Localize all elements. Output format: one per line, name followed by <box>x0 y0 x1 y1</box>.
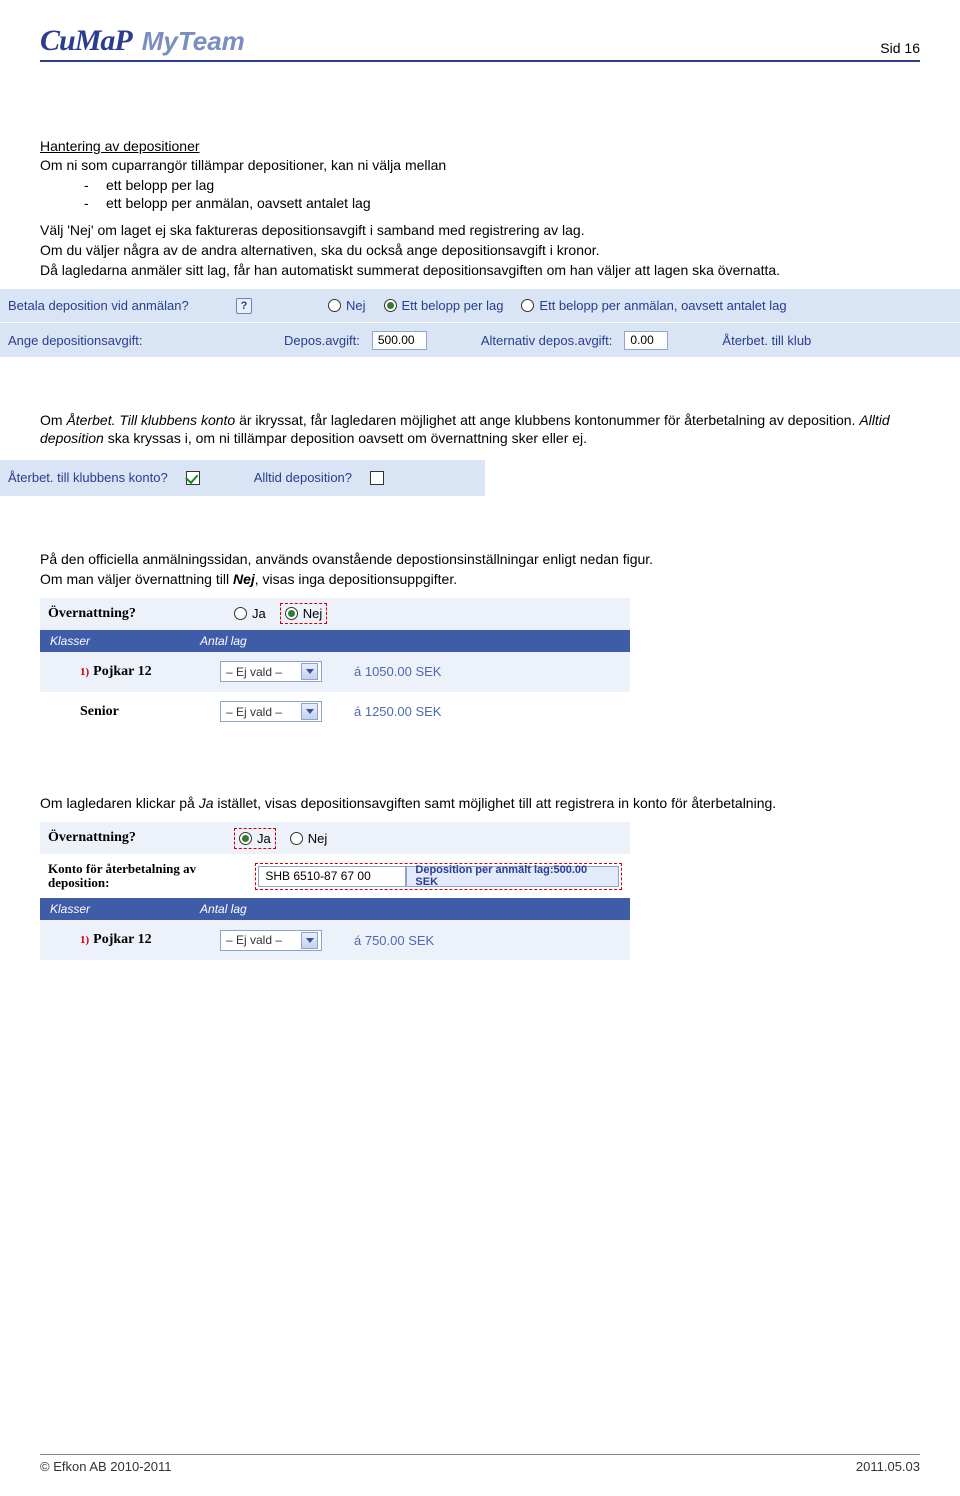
price-label: á 1050.00 SEK <box>354 664 441 679</box>
body-text: Om man väljer övernattning till Nej, vis… <box>40 570 920 588</box>
label-pay-deposit: Betala deposition vid anmälan? <box>8 298 218 313</box>
label-alltid-dep: Alltid deposition? <box>254 470 352 485</box>
chevron-down-icon <box>301 703 318 720</box>
radio-nej[interactable]: Nej <box>290 831 328 846</box>
radio-label: Nej <box>308 831 328 846</box>
input-alt-avgift[interactable]: 0.00 <box>624 331 668 350</box>
class-name: Senior <box>80 704 200 720</box>
input-konto[interactable]: SHB 6510-87 67 00 <box>258 866 406 887</box>
page-header: CuMaP MyTeam Sid 16 <box>40 24 920 62</box>
radio-label: Nej <box>346 298 366 313</box>
screenshot-overnatt-ja: Övernattning? Ja Nej Konto för återbetal… <box>40 822 630 960</box>
col-antal: Antal lag <box>200 902 247 916</box>
select-antal[interactable]: – Ej vald – <box>220 661 322 682</box>
deposition-info: Deposition per anmält lag:500.00 SEK <box>406 866 619 887</box>
list-item: ett belopp per anmälan, oavsett antalet … <box>84 194 920 212</box>
logo-cumap: CuMaP <box>40 24 132 58</box>
section-title: Hantering av depositioner <box>40 138 920 154</box>
footnote-marker: 1) <box>80 934 89 946</box>
screenshot-deposit-settings: Betala deposition vid anmälan? ? Nej Ett… <box>0 289 960 357</box>
radio-label: Ett belopp per lag <box>402 298 504 313</box>
radio-label: Nej <box>303 606 323 621</box>
label-overnattning: Övernattning? <box>48 606 220 622</box>
label-aterbet-cut: Återbet. till klub <box>722 333 811 348</box>
footnote-marker: 1) <box>80 666 89 678</box>
body-text: Välj 'Nej' om laget ej ska faktureras de… <box>40 221 920 239</box>
price-label: á 750.00 SEK <box>354 933 434 948</box>
page-number: Sid 16 <box>880 40 920 56</box>
label-depos-avgift: Depos.avgift: <box>284 333 360 348</box>
body-text: Om du väljer några av de andra alternati… <box>40 241 920 259</box>
bullet-list: ett belopp per lag ett belopp per anmäla… <box>84 176 920 212</box>
radio-label: Ja <box>252 606 266 621</box>
screenshot-aterbet-row: Återbet. till klubbens konto? Alltid dep… <box>0 458 485 496</box>
page-footer: © Efkon AB 2010-2011 2011.05.03 <box>40 1454 920 1474</box>
logo-myteam: MyTeam <box>142 26 245 57</box>
radio-ja-highlighted[interactable]: Ja <box>234 828 276 849</box>
checkbox-alltid[interactable] <box>370 471 384 485</box>
table-row: Senior – Ej vald – á 1250.00 SEK <box>40 692 630 732</box>
help-icon[interactable]: ? <box>236 298 252 314</box>
radio-per-anmalan[interactable]: Ett belopp per anmälan, oavsett antalet … <box>521 298 786 313</box>
input-depos-avgift[interactable]: 500.00 <box>372 331 427 350</box>
class-name: Pojkar 12 <box>93 932 151 947</box>
label-aterbet-konto: Återbet. till klubbens konto? <box>8 470 168 485</box>
highlighted-group: SHB 6510-87 67 00 Deposition per anmält … <box>255 863 622 890</box>
body-text: Då lagledarna anmäler sitt lag, får han … <box>40 261 920 279</box>
label-ange-avgift: Ange depositionsavgift: <box>8 333 272 348</box>
table-header: Klasser Antal lag <box>40 898 630 920</box>
footer-date: 2011.05.03 <box>856 1459 920 1474</box>
footer-copyright: © Efkon AB 2010-2011 <box>40 1459 172 1474</box>
label-overnattning: Övernattning? <box>48 830 220 846</box>
col-antal: Antal lag <box>200 634 247 648</box>
table-row: 1) Pojkar 12 – Ej vald – á 1050.00 SEK <box>40 652 630 692</box>
body-text: Om lagledaren klickar på Ja istället, vi… <box>40 794 920 812</box>
label-alt-avgift: Alternativ depos.avgift: <box>481 333 613 348</box>
table-row: 1) Pojkar 12 – Ej vald – á 750.00 SEK <box>40 920 630 960</box>
list-item: ett belopp per lag <box>84 176 920 194</box>
price-label: á 1250.00 SEK <box>354 704 441 719</box>
chevron-down-icon <box>301 663 318 680</box>
col-klasser: Klasser <box>50 634 90 648</box>
class-name: Pojkar 12 <box>93 664 151 679</box>
screenshot-overnatt-nej: Övernattning? Ja Nej Klasser Antal lag 1… <box>40 598 630 732</box>
radio-label: Ett belopp per anmälan, oavsett antalet … <box>539 298 786 313</box>
select-antal[interactable]: – Ej vald – <box>220 930 322 951</box>
radio-nej-highlighted[interactable]: Nej <box>280 603 328 624</box>
label-konto-aterbet: Konto för återbetalning av deposition: <box>48 862 245 891</box>
chevron-down-icon <box>301 932 318 949</box>
body-text: På den officiella anmälningssidan, använ… <box>40 550 920 568</box>
table-header: Klasser Antal lag <box>40 630 630 652</box>
logo: CuMaP MyTeam <box>40 24 245 58</box>
col-klasser: Klasser <box>50 902 90 916</box>
checkbox-aterbet[interactable] <box>186 471 200 485</box>
radio-per-lag[interactable]: Ett belopp per lag <box>384 298 504 313</box>
radio-ja[interactable]: Ja <box>234 606 266 621</box>
radio-nej[interactable]: Nej <box>328 298 366 313</box>
select-antal[interactable]: – Ej vald – <box>220 701 322 722</box>
intro-text: Om ni som cuparrangör tillämpar depositi… <box>40 156 920 174</box>
radio-label: Ja <box>257 831 271 846</box>
body-text: Om Återbet. Till klubbens konto är ikrys… <box>40 411 920 447</box>
